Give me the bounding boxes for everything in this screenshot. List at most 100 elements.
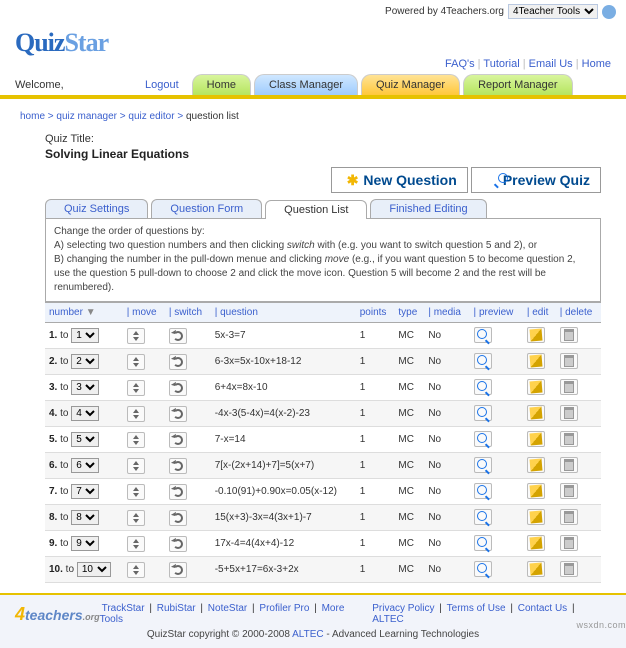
edit-button[interactable] — [527, 509, 545, 525]
new-question-button[interactable]: ✱ New Question — [331, 167, 467, 193]
switch-button[interactable] — [169, 510, 187, 526]
preview-button[interactable] — [474, 379, 492, 395]
move-button[interactable] — [127, 432, 145, 448]
edit-button[interactable] — [527, 457, 545, 473]
preview-button[interactable] — [474, 327, 492, 343]
media-cell: No — [424, 427, 469, 453]
switch-button[interactable] — [169, 536, 187, 552]
move-button[interactable] — [127, 328, 145, 344]
delete-button[interactable] — [560, 379, 578, 395]
tab-home[interactable]: Home — [192, 74, 251, 95]
tab-report-manager[interactable]: Report Manager — [463, 74, 573, 95]
media-cell: No — [424, 375, 469, 401]
delete-button[interactable] — [560, 509, 578, 525]
position-select[interactable]: 7 — [71, 484, 99, 499]
delete-button[interactable] — [560, 561, 578, 577]
col-preview[interactable]: | preview — [470, 303, 523, 323]
edit-button[interactable] — [527, 327, 545, 343]
move-button[interactable] — [127, 458, 145, 474]
col-type[interactable]: type — [394, 303, 424, 323]
move-button[interactable] — [127, 510, 145, 526]
switch-button[interactable] — [169, 562, 187, 578]
link-faqs[interactable]: FAQ's — [445, 58, 475, 70]
preview-button[interactable] — [474, 483, 492, 499]
preview-button[interactable] — [474, 535, 492, 551]
col-edit[interactable]: | edit — [523, 303, 556, 323]
switch-button[interactable] — [169, 406, 187, 422]
position-select[interactable]: 6 — [71, 458, 99, 473]
position-select[interactable]: 4 — [71, 406, 99, 421]
move-button[interactable] — [127, 380, 145, 396]
position-select[interactable]: 8 — [71, 510, 99, 525]
preview-button[interactable] — [474, 457, 492, 473]
switch-button[interactable] — [169, 328, 187, 344]
row-number: 8. — [49, 512, 57, 523]
tab-quiz-manager[interactable]: Quiz Manager — [361, 74, 460, 95]
preview-button[interactable] — [474, 509, 492, 525]
move-button[interactable] — [127, 484, 145, 500]
edit-button[interactable] — [527, 405, 545, 421]
edit-button[interactable] — [527, 353, 545, 369]
switch-button[interactable] — [169, 432, 187, 448]
instructions: Change the order of questions by: A) sel… — [45, 219, 601, 302]
subtab-finished-editing[interactable]: Finished Editing — [370, 199, 486, 218]
position-select[interactable]: 5 — [71, 432, 99, 447]
switch-button[interactable] — [169, 458, 187, 474]
position-select[interactable]: 2 — [71, 354, 99, 369]
position-select[interactable]: 3 — [71, 380, 99, 395]
position-select[interactable]: 9 — [71, 536, 99, 551]
edit-button[interactable] — [527, 379, 545, 395]
move-button[interactable] — [127, 406, 145, 422]
edit-button[interactable] — [527, 483, 545, 499]
link-email[interactable]: Email Us — [529, 58, 573, 70]
delete-button[interactable] — [560, 405, 578, 421]
preview-button[interactable] — [474, 431, 492, 447]
switch-icon — [173, 461, 183, 471]
col-points[interactable]: points — [356, 303, 395, 323]
question-text: 17x-4=4(4x+4)-12 — [211, 531, 356, 557]
preview-button[interactable] — [474, 353, 492, 369]
move-button[interactable] — [127, 562, 145, 578]
delete-button[interactable] — [560, 483, 578, 499]
position-select[interactable]: 1 — [71, 328, 99, 343]
go-icon[interactable] — [602, 5, 616, 19]
powered-label: Powered by 4Teachers.org — [385, 6, 504, 17]
magnifier-icon — [477, 355, 489, 367]
tab-class-manager[interactable]: Class Manager — [254, 74, 358, 95]
tools-dropdown[interactable]: 4Teacher Tools — [508, 4, 598, 19]
switch-button[interactable] — [169, 484, 187, 500]
col-delete[interactable]: | delete — [556, 303, 601, 323]
col-move[interactable]: | move — [123, 303, 165, 323]
col-media[interactable]: | media — [424, 303, 469, 323]
edit-button[interactable] — [527, 535, 545, 551]
subtab-quiz-settings[interactable]: Quiz Settings — [45, 199, 148, 218]
trash-icon — [564, 381, 574, 393]
position-select[interactable]: 10 — [77, 562, 111, 577]
edit-button[interactable] — [527, 561, 545, 577]
question-text: 7-x=14 — [211, 427, 356, 453]
points-cell: 1 — [356, 375, 395, 401]
col-number[interactable]: number ▼ — [45, 303, 123, 323]
delete-button[interactable] — [560, 431, 578, 447]
media-cell: No — [424, 323, 469, 349]
link-tutorial[interactable]: Tutorial — [483, 58, 519, 70]
subtab-question-list[interactable]: Question List — [265, 200, 367, 219]
col-question[interactable]: | question — [211, 303, 356, 323]
link-home[interactable]: Home — [582, 58, 611, 70]
delete-button[interactable] — [560, 353, 578, 369]
col-switch[interactable]: | switch — [165, 303, 211, 323]
switch-button[interactable] — [169, 380, 187, 396]
delete-button[interactable] — [560, 535, 578, 551]
subtab-question-form[interactable]: Question Form — [151, 199, 262, 218]
preview-quiz-button[interactable]: Preview Quiz — [471, 167, 601, 193]
preview-button[interactable] — [474, 405, 492, 421]
delete-button[interactable] — [560, 327, 578, 343]
move-button[interactable] — [127, 536, 145, 552]
move-button[interactable] — [127, 354, 145, 370]
logout-link[interactable]: Logout — [145, 79, 179, 91]
preview-button[interactable] — [474, 561, 492, 577]
switch-button[interactable] — [169, 354, 187, 370]
edit-button[interactable] — [527, 431, 545, 447]
delete-button[interactable] — [560, 457, 578, 473]
magnifier-icon — [477, 511, 489, 523]
